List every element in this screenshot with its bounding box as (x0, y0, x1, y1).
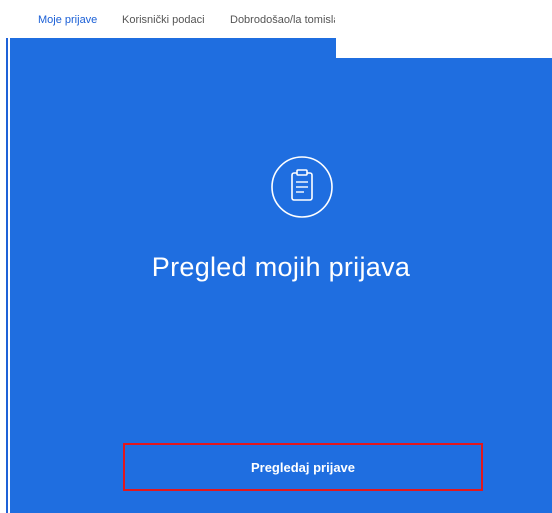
nav-item-welcome-user[interactable]: Dobrodošao/la tomislav (230, 14, 335, 26)
view-applications-button[interactable]: Pregledaj prijave (126, 446, 480, 488)
panel-notch (336, 38, 552, 58)
nav-item-my-applications[interactable]: Moje prijave (38, 14, 97, 26)
clipboard-icon (271, 156, 333, 218)
left-divider (6, 38, 8, 513)
top-navigation: Moje prijave Korisnički podaci Dobrodoša… (0, 0, 336, 38)
page: Moje prijave Korisnički podaci Dobrodoša… (0, 0, 552, 513)
panel-title: Pregled mojih prijava (151, 252, 411, 282)
nav-item-user-details[interactable]: Korisnički podaci (122, 14, 205, 26)
